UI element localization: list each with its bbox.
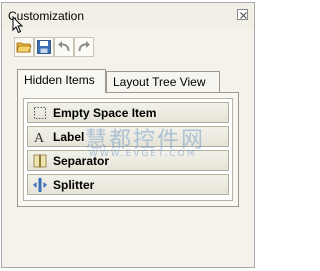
list-item-empty-space-item[interactable]: Empty Space Item (27, 102, 229, 123)
item-label: Separator (53, 154, 110, 168)
customization-window: Customization Hidden Items Layout Tree V… (1, 2, 255, 268)
list-item-separator[interactable]: Separator (27, 150, 229, 171)
list-item-label[interactable]: A Label (27, 126, 229, 147)
redo-icon (78, 41, 90, 52)
tab-hidden-items[interactable]: Hidden Items (17, 69, 106, 93)
label-icon: A (34, 131, 45, 145)
separator-icon (33, 154, 47, 168)
item-label: Empty Space Item (53, 106, 157, 120)
list-item-splitter[interactable]: Splitter (27, 174, 229, 195)
svg-text:A: A (34, 131, 45, 145)
tab-label: Layout Tree View (113, 75, 206, 89)
title-bar[interactable]: Customization (2, 3, 254, 29)
hidden-items-panel: Empty Space Item A Label Separator Split… (17, 92, 239, 207)
save-icon (37, 40, 51, 54)
redo-button[interactable] (74, 37, 94, 57)
undo-button[interactable] (54, 37, 74, 57)
open-button[interactable] (14, 37, 34, 57)
close-icon (240, 12, 247, 19)
undo-icon (58, 41, 70, 52)
hidden-items-list: Empty Space Item A Label Separator Split… (23, 98, 233, 201)
open-folder-icon (16, 42, 32, 53)
mouse-cursor-icon (12, 16, 24, 34)
tab-label: Hidden Items (24, 73, 95, 87)
item-label: Label (53, 130, 85, 144)
splitter-icon (33, 178, 47, 192)
save-button[interactable] (34, 37, 54, 57)
tab-layout-tree-view[interactable]: Layout Tree View (106, 71, 220, 92)
empty-space-icon (34, 107, 46, 119)
item-label: Splitter (53, 178, 95, 192)
close-button[interactable] (237, 9, 248, 20)
